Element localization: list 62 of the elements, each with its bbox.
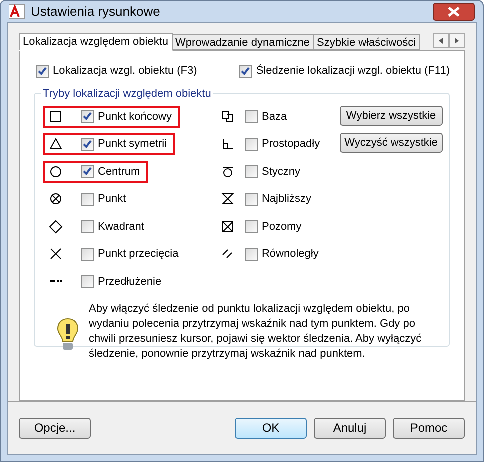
dash-dot-icon bbox=[49, 280, 63, 284]
checkbox-label: Przedłużenie bbox=[98, 274, 162, 290]
lightbulb-icon bbox=[57, 318, 79, 352]
window-title: Ustawienia rysunkowe bbox=[31, 2, 162, 21]
checkbox[interactable] bbox=[81, 165, 94, 178]
cross-icon bbox=[49, 247, 63, 262]
checkbox-label: Punkt końcowy bbox=[98, 110, 172, 124]
left-arrow-icon bbox=[439, 38, 443, 44]
checkbox[interactable] bbox=[81, 275, 94, 288]
perpendicular-icon bbox=[220, 137, 235, 152]
scroll-left-button[interactable] bbox=[433, 33, 449, 48]
checkbox[interactable] bbox=[244, 110, 258, 124]
group-title: Tryby lokalizacji względem obiektu bbox=[41, 86, 214, 102]
crossed-circle-icon bbox=[49, 192, 63, 206]
checkbox[interactable] bbox=[244, 220, 258, 234]
checkbox[interactable] bbox=[244, 248, 258, 261]
checkbox-label: Lokalizacja wzgl. obiektu (F3) bbox=[53, 64, 198, 79]
checkbox-label: Równoległy bbox=[262, 247, 319, 262]
checkbox-label: Punkt bbox=[98, 192, 126, 207]
checkbox-label: Centrum bbox=[98, 164, 140, 180]
triangle-icon bbox=[49, 137, 63, 152]
overlapping-squares-icon bbox=[220, 110, 235, 124]
checkbox[interactable] bbox=[244, 138, 258, 151]
tab[interactable]: Lokalizacja względem obiektu bbox=[19, 33, 173, 51]
scroll-right-button[interactable] bbox=[449, 33, 465, 48]
hourglass-icon bbox=[220, 192, 235, 206]
checkbox[interactable] bbox=[81, 192, 94, 206]
checkbox[interactable] bbox=[36, 64, 49, 78]
checkbox-label: Punkt przecięcia bbox=[98, 247, 179, 262]
checkbox-label: Pozomy bbox=[262, 220, 302, 234]
checkbox-label: Punkt symetrii bbox=[98, 137, 168, 152]
close-button[interactable] bbox=[433, 2, 475, 20]
checkbox-label: Kwadrant bbox=[98, 220, 144, 234]
square-icon bbox=[49, 110, 63, 124]
help-text: Aby włączyć śledzenie od punktu lokalizacji względem obiektu, po wydaniu polecenia przytrzymaj wskaźnik nad tym punktem. Gdy po chwili przesuniesz kursor, pojawi się wektor śledzenia. Aby wyłączyć śledzenie, ponownie przytrzymaj wskaźnik nad punktem. bbox=[89, 302, 423, 362]
close-icon bbox=[448, 6, 460, 16]
checkbox-label: Baza bbox=[262, 110, 288, 124]
checkbox-label: Najbliższy bbox=[262, 192, 312, 207]
checkbox[interactable] bbox=[244, 165, 258, 178]
circle-icon bbox=[49, 164, 63, 179]
right-arrow-icon bbox=[455, 38, 459, 44]
diamond-icon bbox=[49, 220, 63, 234]
checkbox[interactable] bbox=[239, 64, 252, 78]
tangent-icon bbox=[220, 164, 235, 179]
dialog-button[interactable]: Pomoc bbox=[393, 418, 465, 438]
checkbox[interactable] bbox=[244, 192, 258, 206]
checkbox-label: Styczny bbox=[262, 164, 300, 180]
dialog-button[interactable]: Anuluj bbox=[314, 418, 386, 438]
checkbox[interactable] bbox=[81, 248, 94, 261]
checkbox[interactable] bbox=[81, 110, 94, 124]
tab[interactable]: Wprowadzanie dynamiczne bbox=[172, 34, 314, 50]
dialog-button[interactable]: OK bbox=[235, 418, 307, 438]
checkbox-label: Prostopadły bbox=[262, 137, 320, 152]
checkbox-label: Śledzenie lokalizacji wzgl. obiektu (F11) bbox=[256, 63, 450, 79]
dialog-button[interactable]: Opcje... bbox=[19, 418, 91, 438]
select-button[interactable]: Wybierz wszystkie bbox=[340, 106, 443, 126]
select-button[interactable]: Wyczyść wszystkie bbox=[340, 133, 443, 153]
tab[interactable]: Szybkie właściwości bbox=[314, 34, 420, 50]
crossed-square-icon bbox=[220, 220, 235, 234]
checkbox[interactable] bbox=[81, 138, 94, 151]
app-icon bbox=[9, 4, 25, 20]
checkbox[interactable] bbox=[81, 220, 94, 234]
